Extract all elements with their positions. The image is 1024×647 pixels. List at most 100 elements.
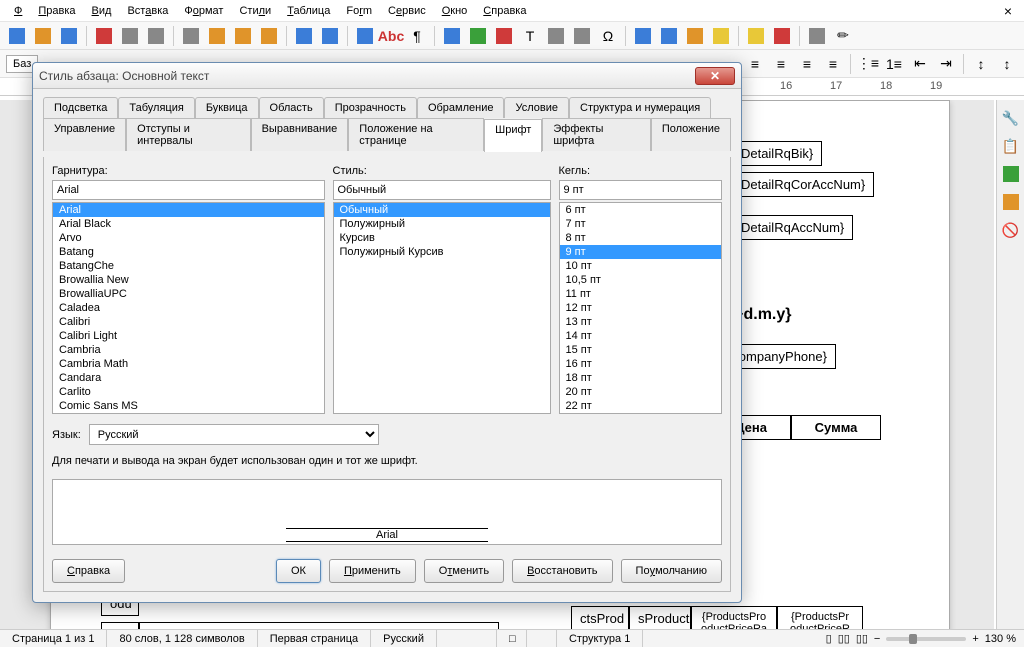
para-spacing-icon[interactable]: ↕: [970, 53, 992, 75]
table-icon[interactable]: [441, 25, 463, 47]
line-icon[interactable]: [806, 25, 828, 47]
list-item[interactable]: Browallia New: [53, 273, 324, 287]
menu-format[interactable]: Формат: [176, 3, 231, 19]
list-item[interactable]: 13 пт: [560, 315, 722, 329]
footnote-icon[interactable]: [658, 25, 680, 47]
list-item[interactable]: 10,5 пт: [560, 273, 722, 287]
spellcheck-icon[interactable]: Abc: [380, 25, 402, 47]
menu-form[interactable]: Form: [338, 3, 380, 19]
align-center-icon[interactable]: ≡: [770, 53, 792, 75]
draw-icon[interactable]: ✏: [832, 25, 854, 47]
zoom-value[interactable]: 130 %: [985, 633, 1016, 645]
menu-view[interactable]: Вид: [84, 3, 120, 19]
standard-button[interactable]: По умолчанию: [621, 559, 722, 583]
track-changes-icon[interactable]: [771, 25, 793, 47]
list-item[interactable]: Arial Black: [53, 217, 324, 231]
pdf-icon[interactable]: [93, 25, 115, 47]
open-icon[interactable]: [32, 25, 54, 47]
chart-icon[interactable]: [493, 25, 515, 47]
field-icon[interactable]: [571, 25, 593, 47]
tab-Положение[interactable]: Положение: [651, 118, 731, 151]
list-item[interactable]: 20 пт: [560, 385, 722, 399]
align-right-icon[interactable]: ≡: [796, 53, 818, 75]
tab-Выравнивание[interactable]: Выравнивание: [251, 118, 349, 151]
zoom-in-icon[interactable]: +: [972, 633, 978, 645]
format-paint-icon[interactable]: [258, 25, 280, 47]
align-justify-icon[interactable]: ≡: [822, 53, 844, 75]
font-family-input[interactable]: [52, 180, 325, 200]
tab-Условие[interactable]: Условие: [504, 97, 569, 118]
sidebar-gallery-icon[interactable]: [1001, 192, 1021, 212]
list-item[interactable]: BrowalliaUPC: [53, 287, 324, 301]
status-signature[interactable]: [527, 630, 557, 647]
view-single-icon[interactable]: ▯: [826, 632, 832, 645]
dialog-titlebar[interactable]: Стиль абзаца: Основной текст ✕: [33, 63, 741, 89]
comment-icon[interactable]: [745, 25, 767, 47]
menu-edit[interactable]: Правка: [30, 3, 83, 19]
view-multi-icon[interactable]: ▯▯: [838, 632, 850, 645]
tab-Подсветка[interactable]: Подсветка: [43, 97, 118, 118]
paste-icon[interactable]: [232, 25, 254, 47]
list-item[interactable]: 16 пт: [560, 357, 722, 371]
apply-button[interactable]: Применить: [329, 559, 416, 583]
list-item[interactable]: 22 пт: [560, 399, 722, 413]
list-item[interactable]: Cambria Math: [53, 357, 324, 371]
view-book-icon[interactable]: ▯▯: [856, 632, 868, 645]
indent-inc-icon[interactable]: ⇥: [935, 53, 957, 75]
copy-icon[interactable]: [206, 25, 228, 47]
bullets-icon[interactable]: ⋮≡: [857, 53, 879, 75]
list-item[interactable]: Comic Sans MS: [53, 399, 324, 413]
zoom-slider[interactable]: [886, 637, 966, 641]
list-item[interactable]: Полужирный Курсив: [334, 245, 550, 259]
cancel-button[interactable]: Отменить: [424, 559, 504, 583]
hyperlink-icon[interactable]: [632, 25, 654, 47]
status-page[interactable]: Страница 1 из 1: [0, 630, 107, 647]
font-family-listbox[interactable]: ArialArial BlackArvoBatangBatangCheBrowa…: [52, 202, 325, 414]
reset-button[interactable]: Восстановить: [512, 559, 612, 583]
list-item[interactable]: 11 пт: [560, 287, 722, 301]
list-item[interactable]: 10 пт: [560, 259, 722, 273]
indent-dec-icon[interactable]: ⇤: [909, 53, 931, 75]
list-item[interactable]: Caladea: [53, 301, 324, 315]
list-item[interactable]: Calibri: [53, 315, 324, 329]
tab-Отступы и интервалы[interactable]: Отступы и интервалы: [126, 118, 250, 151]
align-left-icon[interactable]: ≡: [744, 53, 766, 75]
print-icon[interactable]: [119, 25, 141, 47]
status-language[interactable]: Русский: [371, 630, 437, 647]
image-icon[interactable]: [467, 25, 489, 47]
font-size-input[interactable]: [559, 180, 723, 200]
tab-Структура и нумерация[interactable]: Структура и нумерация: [569, 97, 711, 118]
pilcrow-icon[interactable]: ¶: [406, 25, 428, 47]
cut-icon[interactable]: [180, 25, 202, 47]
language-select[interactable]: Русский: [89, 424, 379, 445]
font-style-input[interactable]: [333, 180, 551, 200]
bookmark-icon[interactable]: [684, 25, 706, 47]
cross-ref-icon[interactable]: [710, 25, 732, 47]
list-item[interactable]: Полужирный: [334, 217, 550, 231]
menu-insert[interactable]: Вставка: [119, 3, 176, 19]
list-item[interactable]: 12 пт: [560, 301, 722, 315]
font-style-listbox[interactable]: ОбычныйПолужирныйКурсивПолужирный Курсив: [333, 202, 551, 414]
save-icon[interactable]: [58, 25, 80, 47]
redo-icon[interactable]: [319, 25, 341, 47]
list-item[interactable]: Carlito: [53, 385, 324, 399]
table-cell[interactable]: {ProductsProductName}: [139, 622, 499, 629]
tab-Эффекты шрифта[interactable]: Эффекты шрифта: [542, 118, 651, 151]
menu-window[interactable]: Окно: [434, 3, 476, 19]
dialog-close-button[interactable]: ✕: [695, 67, 735, 85]
find-icon[interactable]: [354, 25, 376, 47]
ok-button[interactable]: ОК: [276, 559, 321, 583]
table-cell[interactable]: sProduct: [629, 606, 691, 629]
numbering-icon[interactable]: 1≡: [883, 53, 905, 75]
print-preview-icon[interactable]: [145, 25, 167, 47]
table-cell[interactable]: {ProductsProoductPriceRa: [691, 606, 777, 629]
list-item[interactable]: Курсив: [334, 231, 550, 245]
list-item[interactable]: 15 пт: [560, 343, 722, 357]
list-item[interactable]: Обычный: [334, 203, 550, 217]
zoom-out-icon[interactable]: −: [874, 633, 880, 645]
list-item[interactable]: Arvo: [53, 231, 324, 245]
status-outline[interactable]: Структура 1: [557, 630, 643, 647]
tab-Обрамление[interactable]: Обрамление: [417, 97, 505, 118]
help-button[interactable]: Справка: [52, 559, 125, 583]
tab-Область[interactable]: Область: [259, 97, 324, 118]
